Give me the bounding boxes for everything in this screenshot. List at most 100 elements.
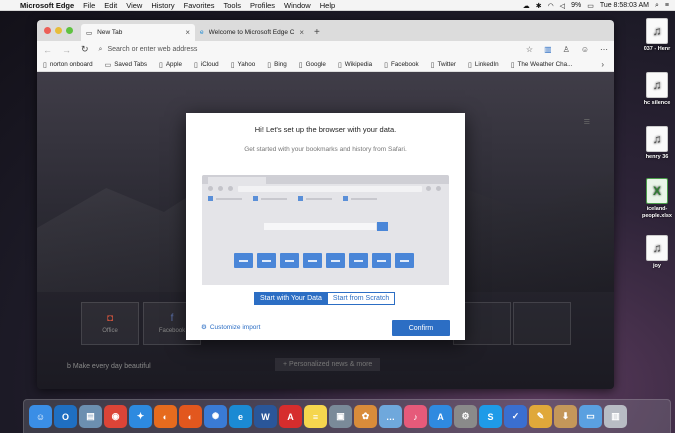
personalized-news-button[interactable]: + Personalized news & more — [275, 358, 381, 371]
forward-arrow-icon[interactable]: → — [62, 45, 71, 55]
favorite-item[interactable]: ▯ iCloud — [194, 61, 219, 69]
menu-help[interactable]: Help — [320, 1, 335, 10]
toolbar: ← → ↻ ⌕ Search or enter web address ☆ ▥ … — [37, 41, 614, 58]
firefox-icon[interactable]: ◐ — [154, 405, 177, 428]
system-preferences-icon[interactable]: ⚙ — [454, 405, 477, 428]
skype-icon[interactable]: S — [479, 405, 502, 428]
background-caption[interactable]: b Make every day beautiful — [67, 363, 151, 370]
chevron-right-icon[interactable]: › — [601, 60, 604, 69]
search-icon[interactable]: ⌕ — [655, 2, 659, 10]
chrome-icon[interactable]: ◉ — [104, 405, 127, 428]
wifi-icon[interactable]: ◠ — [548, 2, 554, 10]
illustration-nav-dot — [218, 186, 223, 191]
favorite-item[interactable]: ▭ Saved Tabs — [105, 61, 147, 69]
skype-status-icon[interactable]: ☁ — [523, 2, 530, 10]
favorite-label: norton onboard — [49, 61, 93, 68]
page-icon: ▯ — [337, 61, 342, 69]
tab-title: New Tab — [97, 29, 123, 36]
back-arrow-icon[interactable]: ← — [43, 45, 52, 55]
favorite-item[interactable]: ▯ Google — [299, 61, 326, 69]
bluetooth-icon[interactable]: ✱ — [536, 2, 542, 10]
quick-link-office[interactable]: ◘ Office — [81, 302, 139, 345]
customize-import-link[interactable]: ⚙ Customize import — [201, 323, 260, 332]
menu-file[interactable]: File — [83, 1, 95, 10]
desktop-file[interactable]: ♫ henry 36 — [639, 126, 675, 161]
menu-history[interactable]: History — [151, 1, 174, 10]
favorite-item[interactable]: ▯ LinkedIn — [468, 61, 499, 69]
image-viewer-icon[interactable]: ▣ — [329, 405, 352, 428]
favorite-item[interactable]: ▯ Apple — [159, 61, 182, 69]
acrobat-icon[interactable]: A — [279, 405, 302, 428]
todo-icon[interactable]: ✓ — [504, 405, 527, 428]
search-icon: ⌕ — [98, 45, 103, 53]
more-options-icon[interactable]: ⋯ — [600, 45, 608, 54]
page-icon: ▯ — [159, 61, 163, 69]
menu-favorites[interactable]: Favorites — [184, 1, 215, 10]
edge-icon[interactable]: e — [229, 405, 252, 428]
background-caption-text: Make every day beautiful — [72, 363, 151, 370]
music-icon[interactable]: ♪ — [404, 405, 427, 428]
star-icon[interactable]: ☆ — [526, 45, 533, 54]
close-window-button[interactable] — [44, 27, 51, 34]
menu-view[interactable]: View — [126, 1, 142, 10]
menu-edit[interactable]: Edit — [104, 1, 117, 10]
favorites-hub-icon[interactable]: ▥ — [544, 45, 552, 54]
start-from-scratch-button[interactable]: Start from Scratch — [327, 292, 396, 305]
favorite-item[interactable]: ▯ Bing — [267, 61, 286, 69]
folder-icon[interactable]: ▭ — [579, 405, 602, 428]
refresh-icon[interactable]: ↻ — [81, 44, 89, 55]
profile-icon[interactable]: ♙ — [563, 45, 570, 54]
favorite-item[interactable]: ▯ norton onboard — [43, 61, 93, 69]
menu-app-name[interactable]: Microsoft Edge — [20, 1, 74, 10]
zoom-window-button[interactable] — [66, 27, 73, 34]
firefox-dev-icon[interactable]: ◐ — [179, 405, 202, 428]
battery-percent[interactable]: 9% — [571, 2, 581, 9]
page-icon: ▯ — [43, 61, 47, 69]
tab-welcome[interactable]: e Welcome to Microsoft Edge Ca × — [195, 24, 309, 41]
finder-icon[interactable]: ☺ — [29, 405, 52, 428]
confirm-button[interactable]: Confirm — [392, 320, 450, 336]
favorite-label: Apple — [165, 61, 182, 68]
word-icon[interactable]: W — [254, 405, 277, 428]
app-store-icon[interactable]: A — [429, 405, 452, 428]
photos-icon[interactable]: ✿ — [354, 405, 377, 428]
desktop-file[interactable]: ♫ joy — [639, 235, 675, 270]
new-tab-plus-icon[interactable]: + — [314, 27, 320, 38]
favorite-item[interactable]: ▯ Facebook — [384, 61, 419, 69]
menu-window[interactable]: Window — [284, 1, 311, 10]
safari-icon[interactable]: ✦ — [129, 405, 152, 428]
illustration-favorite — [298, 196, 332, 201]
control-icon[interactable]: ≡ — [665, 2, 669, 9]
start-with-data-button[interactable]: Start with Your Data — [254, 292, 328, 305]
address-bar[interactable]: ⌕ Search or enter web address — [99, 43, 516, 56]
tab-page-icon: ▭ — [86, 29, 93, 37]
favorite-item[interactable]: ▯ The Weather Cha... — [511, 61, 573, 69]
settings-gear-icon[interactable]: ✺ — [204, 405, 227, 428]
desktop-file[interactable]: X iceland-people.xlsx — [639, 178, 675, 220]
minimize-window-button[interactable] — [55, 27, 62, 34]
menu-profiles[interactable]: Profiles — [250, 1, 275, 10]
favorite-item[interactable]: ▯ Twitter — [431, 61, 456, 69]
favorite-item[interactable]: ▯ Yahoo — [231, 61, 256, 69]
illustration-tab — [208, 177, 266, 184]
volume-icon[interactable]: ◁ — [560, 2, 565, 10]
trash-icon[interactable]: ▥ — [604, 405, 627, 428]
installer-icon[interactable]: ⬇ — [554, 405, 577, 428]
notes-icon[interactable]: ≡ — [304, 405, 327, 428]
messages-icon[interactable]: … — [379, 405, 402, 428]
outlook-icon[interactable]: O — [54, 405, 77, 428]
illustration-search-button — [377, 222, 388, 231]
preview-icon[interactable]: ▤ — [79, 405, 102, 428]
quick-link-empty[interactable] — [513, 302, 571, 345]
close-icon[interactable]: × — [299, 28, 304, 37]
script-editor-icon[interactable]: ✎ — [529, 405, 552, 428]
close-icon[interactable]: × — [185, 28, 190, 37]
tab-new-tab[interactable]: ▭ New Tab × — [81, 24, 195, 41]
page-settings-icon[interactable]: ≡ — [584, 116, 590, 128]
menu-tools[interactable]: Tools — [224, 1, 242, 10]
favorite-item[interactable]: ▯ Wikipedia — [338, 61, 372, 69]
desktop-file[interactable]: ♫ 037 - Henr — [639, 18, 675, 53]
clock[interactable]: Tue 8:58:03 AM — [600, 2, 649, 9]
smiley-feedback-icon[interactable]: ☺ — [581, 45, 589, 54]
desktop-file[interactable]: ♫ hc silence — [639, 72, 675, 107]
